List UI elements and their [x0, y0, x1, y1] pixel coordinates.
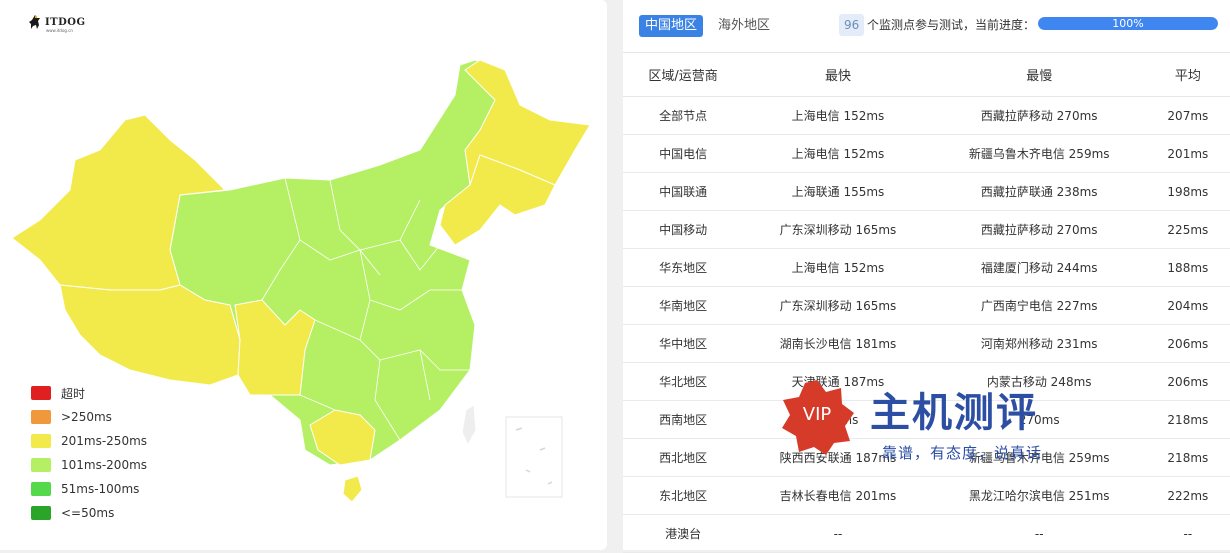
cell-average: 206ms: [1145, 362, 1230, 401]
progress-text: 个监测点参与测试，当前进度：: [867, 18, 1036, 32]
table-row: 东北地区 吉林长春电信 201ms 黑龙江哈尔滨电信 251ms 222ms: [623, 476, 1230, 515]
legend-swatch: [31, 410, 51, 424]
legend-label: 201ms-250ms: [61, 434, 148, 448]
cell-slowest: --: [932, 514, 1146, 553]
column-header-region: 区域/运营商: [623, 53, 744, 97]
cell-fastest: 湖南长沙电信 181ms: [743, 324, 933, 363]
cell-region: 中国电信: [623, 134, 744, 173]
cell-fastest: 上海电信 152ms: [743, 96, 933, 135]
cell-region: 中国联通: [623, 172, 744, 211]
legend-swatch: [31, 506, 51, 520]
cell-average: 198ms: [1145, 172, 1230, 211]
cell-average: 225ms: [1145, 210, 1230, 249]
cell-average: 207ms: [1145, 96, 1230, 135]
cell-average: 222ms: [1145, 476, 1230, 515]
table-row: 全部节点 上海电信 152ms 西藏拉萨移动 270ms 207ms: [623, 96, 1230, 135]
legend-swatch: [31, 386, 51, 400]
table-header-row: 区域/运营商 最快 最慢 平均: [623, 53, 1230, 97]
table-row: 中国联通 上海联通 155ms 西藏拉萨联通 238ms 198ms: [623, 172, 1230, 211]
watermark: VIP 主机测评 靠谱，有态度，说真话: [778, 378, 1078, 468]
legend: 超时 >250ms 201ms-250ms 101ms-200ms 51ms-1…: [31, 381, 147, 525]
table-row: 港澳台 -- -- --: [623, 514, 1230, 553]
map-region-hainan: [342, 475, 363, 503]
cell-region: 港澳台: [623, 514, 744, 553]
cell-slowest: 河南郑州移动 231ms: [932, 324, 1146, 363]
legend-item-101-200: 101ms-200ms: [31, 453, 147, 477]
cell-fastest: 吉林长春电信 201ms: [743, 476, 933, 515]
cell-average: --: [1145, 514, 1230, 553]
cell-slowest: 广西南宁电信 227ms: [932, 286, 1146, 325]
results-toolbar: 中国地区 海外地区 96 个监测点参与测试，当前进度： 100%: [623, 0, 1230, 53]
south-sea-inset: [505, 416, 563, 498]
map-region-central: [169, 59, 521, 466]
table-row: 华南地区 广东深圳移动 165ms 广西南宁电信 227ms 204ms: [623, 286, 1230, 325]
map-region-taiwan: [461, 404, 477, 447]
column-header-average: 平均: [1145, 53, 1230, 97]
table-body: 全部节点 上海电信 152ms 西藏拉萨移动 270ms 207ms 中国电信 上海电信 …: [623, 96, 1230, 553]
cell-region: 东北地区: [623, 476, 744, 515]
watermark-subtitle: 靠谱，有态度，说真话: [882, 444, 1043, 462]
cell-slowest: 西藏拉萨移动 270ms: [932, 210, 1146, 249]
table-row: 中国移动 广东深圳移动 165ms 西藏拉萨移动 270ms 225ms: [623, 210, 1230, 249]
map-panel: ITDOG www.itdog.cn 超时 >250ms 201ms-250ms…: [0, 0, 607, 550]
cell-slowest: 福建厦门移动 244ms: [932, 248, 1146, 287]
cell-region: 华东地区: [623, 248, 744, 287]
cell-slowest: 黑龙江哈尔滨电信 251ms: [932, 476, 1146, 515]
cell-region: 全部节点: [623, 96, 744, 135]
tab-china[interactable]: 中国地区: [639, 15, 704, 37]
cell-average: 204ms: [1145, 286, 1230, 325]
legend-label: >250ms: [61, 410, 112, 424]
column-header-slowest: 最慢: [932, 53, 1146, 97]
cell-average: 188ms: [1145, 248, 1230, 287]
cell-region: 中国移动: [623, 210, 744, 249]
cell-average: 206ms: [1145, 324, 1230, 363]
legend-label: 51ms-100ms: [61, 482, 140, 496]
legend-item-51-100: 51ms-100ms: [31, 477, 147, 501]
cell-region: 华北地区: [623, 362, 744, 401]
cell-fastest: 广东深圳移动 165ms: [743, 210, 933, 249]
node-count-badge: 96: [839, 14, 865, 36]
cell-average: 201ms: [1145, 134, 1230, 173]
cell-region: 华南地区: [623, 286, 744, 325]
legend-label: 超时: [61, 386, 86, 401]
cell-slowest: 西藏拉萨联通 238ms: [932, 172, 1146, 211]
cell-slowest: 西藏拉萨移动 270ms: [932, 96, 1146, 135]
cell-fastest: --: [743, 514, 933, 553]
legend-item-over-250: >250ms: [31, 405, 147, 429]
cell-region: 西南地区: [623, 400, 744, 439]
column-header-fastest: 最快: [743, 53, 933, 97]
cell-fastest: 广东深圳移动 165ms: [743, 286, 933, 325]
legend-label: <=50ms: [61, 506, 115, 520]
progress-label: 100%: [1112, 17, 1144, 30]
cell-fastest: 上海电信 152ms: [743, 248, 933, 287]
results-table: 区域/运营商 最快 最慢 平均 全部节点 上海电信 152ms 西藏拉萨移动 270…: [623, 53, 1230, 553]
watermark-badge: VIP: [802, 404, 832, 425]
legend-label: 101ms-200ms: [61, 458, 148, 472]
cell-average: 218ms: [1145, 400, 1230, 439]
cell-region: 西北地区: [623, 438, 744, 477]
table-row: 中国电信 上海电信 152ms 新疆乌鲁木齐电信 259ms 201ms: [623, 134, 1230, 173]
table-row: 华东地区 上海电信 152ms 福建厦门移动 244ms 188ms: [623, 248, 1230, 287]
cell-region: 华中地区: [623, 324, 744, 363]
legend-swatch: [31, 434, 51, 448]
legend-item-timeout: 超时: [31, 381, 147, 405]
legend-swatch: [31, 482, 51, 496]
legend-item-201-250: 201ms-250ms: [31, 429, 147, 453]
cell-slowest: 新疆乌鲁木齐电信 259ms: [932, 134, 1146, 173]
cell-fastest: 上海电信 152ms: [743, 134, 933, 173]
legend-item-under-50: <=50ms: [31, 501, 147, 525]
watermark-title: 主机测评: [870, 390, 1038, 436]
legend-swatch: [31, 458, 51, 472]
cell-average: 218ms: [1145, 438, 1230, 477]
tab-overseas[interactable]: 海外地区: [712, 15, 776, 37]
table-row: 华中地区 湖南长沙电信 181ms 河南郑州移动 231ms 206ms: [623, 324, 1230, 363]
cell-fastest: 上海联通 155ms: [743, 172, 933, 211]
